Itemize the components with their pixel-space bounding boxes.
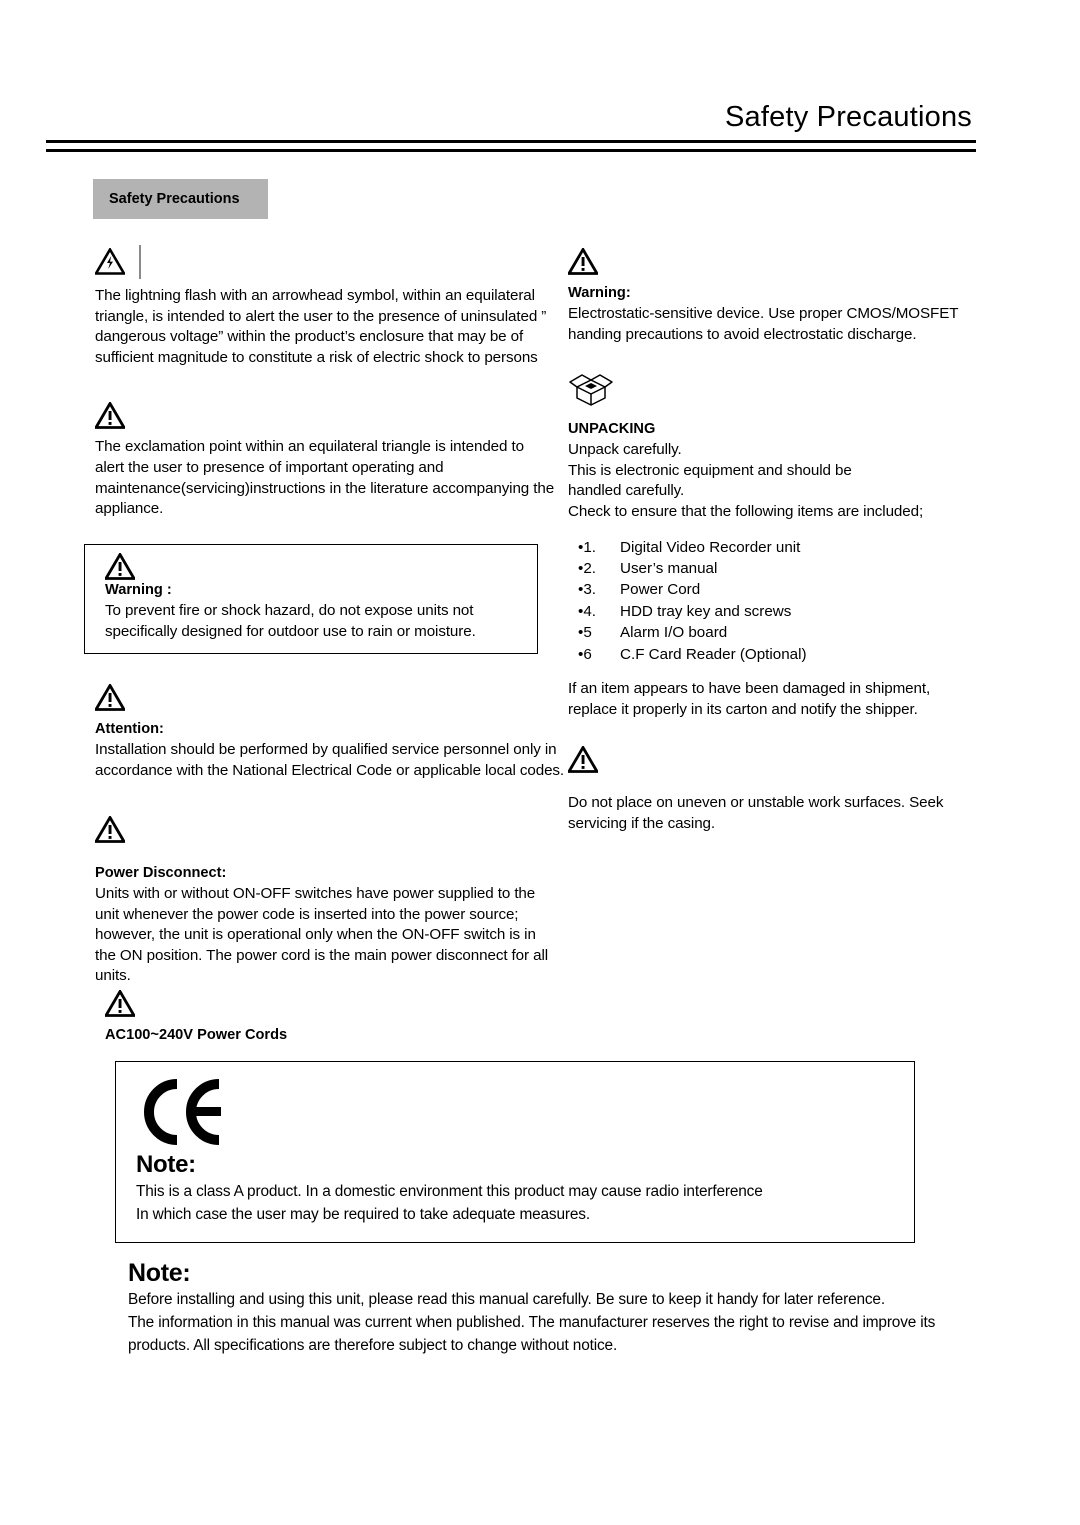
power-cords-heading: AC100~240V Power Cords [105,1027,288,1043]
list-item-label: HDD tray key and screws [620,602,792,620]
list-item: •6 C.F Card Reader (Optional) [568,644,988,665]
final-note-heading: Note: [128,1259,191,1287]
list-item-number: •4. [578,602,596,620]
final-note-line-1: Before installing and using this unit, p… [128,1291,885,1308]
unpacking-line-3: handled carefully. [568,482,685,500]
lightning-bolt-triangle-icon [95,248,125,275]
section-tab-label: Safety Precautions [109,191,240,207]
section-tab: Safety Precautions [93,179,268,219]
warning-triangle-icon [568,746,598,774]
list-item-number: •5 [578,624,592,642]
warning-triangle-icon [105,990,135,1017]
list-item-label: User’s manual [620,559,718,577]
unpacking-block: UNPACKING Unpack carefully. This is elec… [568,371,988,720]
exclamation-warning-block: The exclamation point within an equilate… [95,402,555,519]
unpacking-items-list: •1. Digital Video Recorder unit •2. User… [568,537,988,665]
right-column: Warning: Electrostatic-sensitive device.… [568,248,988,834]
warning-box-text: To prevent fire or shock hazard, do not … [105,602,476,640]
list-item: •2. User’s manual [568,558,988,579]
unpacking-line-4: Check to ensure that the following items… [568,502,924,520]
surface-warning-text: Do not place on uneven or unstable work … [568,794,944,832]
power-disconnect-text: Units with or without ON-OFF switches ha… [95,885,548,985]
header-rule-bottom [46,149,976,152]
warning-triangle-icon [95,816,125,843]
icon-divider [139,245,141,279]
lightning-warning-block: The lightning flash with an arrowhead sy… [95,245,555,368]
list-item-number: •6 [578,645,592,663]
lightning-icon-row [95,245,555,279]
attention-text: Installation should be performed by qual… [95,741,565,779]
header-rule-top [46,140,976,143]
list-item: •5 Alarm I/O board [568,622,988,643]
attention-heading: Attention: [95,721,164,737]
attention-block: Attention: Installation should be perfor… [95,684,565,781]
exclamation-warning-text: The exclamation point within an equilate… [95,438,555,518]
list-item-label: Power Cord [620,581,701,599]
unpacking-line-2: This is electronic equipment and should … [568,461,852,479]
ce-note-line-2: In which case the user may be required t… [136,1206,590,1223]
power-disconnect-block: Power Disconnect: Units with or without … [95,816,550,987]
list-item-label: Alarm I/O board [620,624,728,642]
list-item-label: Digital Video Recorder unit [620,538,801,556]
shipment-damage-note: If an item appears to have been damaged … [568,680,931,718]
page-title: Safety Precautions [724,101,972,133]
esd-warning-heading: Warning: [568,285,631,301]
warning-triangle-icon [95,684,125,711]
esd-warning-text: Electrostatic-sensitive device. Use prop… [568,305,959,343]
open-box-icon [569,374,613,406]
warning-triangle-icon [105,553,135,580]
unpacking-heading: UNPACKING [568,421,656,438]
warning-box: Warning : To prevent fire or shock hazar… [84,544,538,654]
list-item: •1. Digital Video Recorder unit [568,537,988,558]
ce-note-heading: Note: [136,1151,196,1178]
unpacking-line-1: Unpack carefully. [568,441,682,459]
list-item-number: •3. [578,581,596,599]
warning-triangle-icon [95,402,125,430]
list-item-number: •1. [578,538,596,556]
list-item: •4. HDD tray key and screws [568,601,988,622]
esd-warning-block: Warning: Electrostatic-sensitive device.… [568,248,988,345]
left-column: The lightning flash with an arrowhead sy… [95,245,555,520]
ce-note-box: Note: This is a class A product. In a do… [115,1061,915,1243]
ce-mark-icon [144,1079,221,1145]
power-cords-block: AC100~240V Power Cords [105,990,525,1046]
warning-triangle-icon [568,248,598,275]
list-item: •3. Power Cord [568,579,988,600]
list-item-number: •2. [578,559,596,577]
page-header: Safety Precautions [46,100,976,152]
ce-note-line-1: This is a class A product. In a domestic… [136,1183,763,1200]
list-item-label: C.F Card Reader (Optional) [620,645,807,663]
final-note: Note: Before installing and using this u… [128,1258,983,1357]
warning-box-heading: Warning : [105,582,172,598]
lightning-warning-text: The lightning flash with an arrowhead sy… [95,287,547,366]
surface-warning-block: Do not place on uneven or unstable work … [568,746,988,834]
power-disconnect-heading: Power Disconnect: [95,865,227,881]
final-note-line-2: The information in this manual was curre… [128,1314,936,1354]
